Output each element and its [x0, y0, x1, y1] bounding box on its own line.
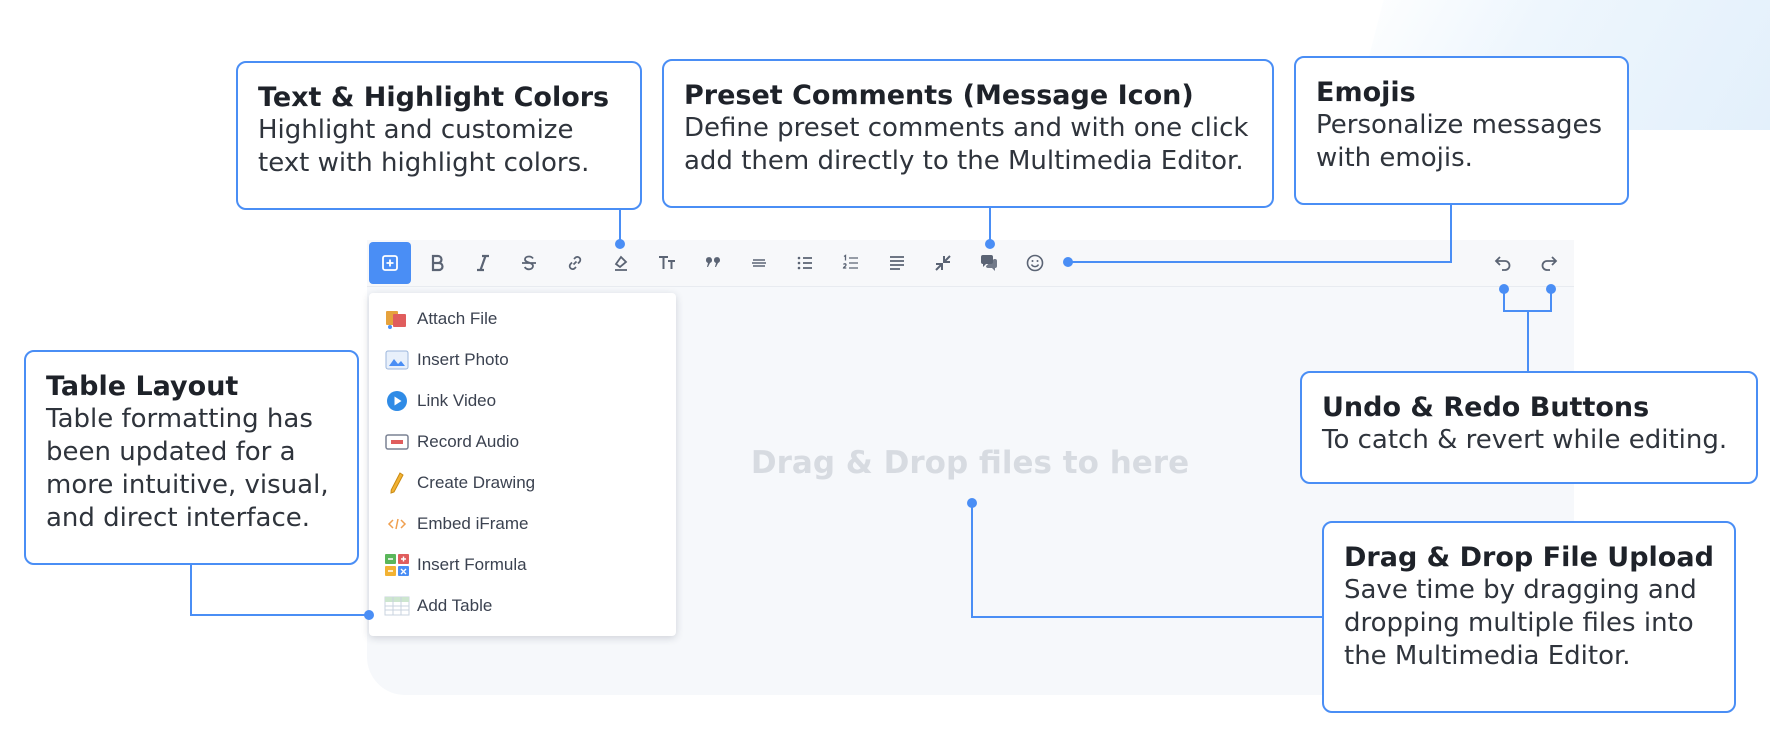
- menu-item-embed-iframe[interactable]: Embed iFrame: [383, 509, 528, 539]
- insert-photo-icon: [383, 347, 411, 373]
- callout-title: Drag & Drop File Upload: [1344, 542, 1714, 573]
- menu-item-add-table[interactable]: Add Table: [383, 591, 492, 621]
- callout-text-highlight-colors: Text & Highlight Colors Highlight and cu…: [236, 61, 642, 210]
- plus-square-icon: [382, 255, 398, 271]
- bold-button[interactable]: [419, 245, 455, 281]
- preset-comments-icon: [981, 255, 997, 271]
- connector-dropzone-horizontal: [971, 616, 1322, 618]
- numbered-list-icon: [842, 254, 858, 269]
- dropzone-text: Drag & Drop files to here: [750, 445, 1190, 481]
- quote-button[interactable]: [695, 245, 731, 281]
- horizontal-rule-button[interactable]: [741, 245, 777, 281]
- callout-title: Emojis: [1316, 77, 1416, 108]
- connector-dot: [985, 239, 995, 249]
- callout-body-line: dropping multiple files into: [1344, 608, 1694, 638]
- align-icon: [890, 256, 904, 270]
- numbered-list-button[interactable]: [833, 245, 869, 281]
- menu-item-insert-formula[interactable]: Insert Formula: [383, 550, 527, 580]
- callout-body-line: add them directly to the Multimedia Edit…: [684, 146, 1244, 176]
- connector-emojis-vertical: [1450, 204, 1452, 263]
- callout-body-line: Highlight and customize: [258, 115, 574, 145]
- horizontal-rule-icon: [752, 259, 766, 267]
- collapse-button[interactable]: [925, 245, 961, 281]
- menu-item-insert-photo[interactable]: Insert Photo: [383, 345, 509, 375]
- connector-undo-redo-stem: [1527, 310, 1529, 373]
- strikethrough-button[interactable]: [511, 245, 547, 281]
- connector-text-colors: [619, 209, 621, 243]
- editor-toolbar: [367, 240, 1574, 287]
- connector-table-horizontal: [190, 614, 368, 616]
- callout-table-layout: Table Layout Table formatting has been u…: [24, 350, 359, 565]
- callout-title: Table Layout: [46, 371, 239, 402]
- callout-body-line: more intuitive, visual,: [46, 470, 329, 500]
- align-button[interactable]: [879, 245, 915, 281]
- connector-preset-comments: [989, 206, 991, 243]
- collapse-arrows-icon: [935, 255, 951, 271]
- bold-icon: [431, 254, 444, 272]
- link-icon: [568, 256, 582, 270]
- link-button[interactable]: [557, 245, 593, 281]
- callout-drag-drop-upload: Drag & Drop File Upload Save time by dra…: [1322, 521, 1736, 713]
- redo-icon: [1541, 256, 1558, 271]
- quote-icon: [705, 257, 720, 267]
- bullet-list-button[interactable]: [787, 245, 823, 281]
- preset-comments-button[interactable]: [971, 245, 1007, 281]
- callout-body-line: To catch & revert while editing.: [1322, 425, 1728, 455]
- code-icon: [383, 511, 411, 537]
- italic-button[interactable]: [465, 245, 501, 281]
- callout-preset-comments: Preset Comments (Message Icon) Define pr…: [662, 59, 1274, 208]
- callout-title: Undo & Redo Buttons: [1322, 392, 1650, 423]
- pencil-icon: [383, 470, 411, 496]
- undo-icon: [1494, 256, 1511, 271]
- emoji-icon: [1026, 254, 1044, 272]
- formula-icon: [383, 552, 411, 578]
- bullet-list-icon: [797, 256, 812, 270]
- highlight-color-icon: [614, 255, 628, 271]
- callout-body-line: text with highlight colors.: [258, 148, 590, 178]
- link-video-icon: [383, 388, 411, 414]
- connector-dot: [615, 239, 625, 249]
- callout-title: Text & Highlight Colors: [258, 82, 610, 113]
- callout-body-line: the Multimedia Editor.: [1344, 641, 1631, 671]
- connector-emojis-horizontal: [1068, 261, 1452, 263]
- callout-body-line: been updated for a: [46, 437, 296, 467]
- menu-item-record-audio[interactable]: Record Audio: [383, 427, 519, 457]
- callout-body-line: Table formatting has: [46, 404, 313, 434]
- strikethrough-icon: [522, 255, 536, 271]
- callout-body-line: Personalize messages: [1316, 110, 1603, 140]
- connector-dropzone-vertical: [971, 503, 973, 618]
- callout-title: Preset Comments (Message Icon): [684, 80, 1194, 111]
- callout-body-line: and direct interface.: [46, 503, 310, 533]
- connector-undo: [1503, 289, 1505, 312]
- callout-body-line: Define preset comments and with one clic…: [684, 113, 1249, 143]
- italic-icon: [477, 254, 489, 272]
- undo-button[interactable]: [1485, 245, 1521, 281]
- connector-table-vertical: [190, 564, 192, 616]
- connector-dot: [364, 610, 374, 620]
- menu-item-create-drawing[interactable]: Create Drawing: [383, 468, 535, 498]
- callout-emojis: Emojis Personalize messages with emojis.: [1294, 56, 1629, 205]
- callout-undo-redo: Undo & Redo Buttons To catch & revert wh…: [1300, 371, 1758, 484]
- callout-body-line: with emojis.: [1316, 143, 1473, 173]
- redo-button[interactable]: [1531, 245, 1567, 281]
- table-icon: [383, 593, 411, 619]
- connector-redo: [1550, 289, 1552, 312]
- insert-menu-button[interactable]: [369, 242, 411, 284]
- attach-file-icon: [383, 306, 411, 332]
- callout-body-line: Save time by dragging and: [1344, 575, 1697, 605]
- emoji-button[interactable]: [1017, 245, 1053, 281]
- highlight-color-button[interactable]: [603, 245, 639, 281]
- insert-menu: Attach File Insert Photo Link Video Reco…: [369, 293, 676, 636]
- record-audio-icon: [383, 429, 411, 455]
- font-size-button[interactable]: [649, 245, 685, 281]
- font-size-icon: [659, 256, 675, 269]
- menu-item-link-video[interactable]: Link Video: [383, 386, 496, 416]
- menu-item-attach-file[interactable]: Attach File: [383, 304, 497, 334]
